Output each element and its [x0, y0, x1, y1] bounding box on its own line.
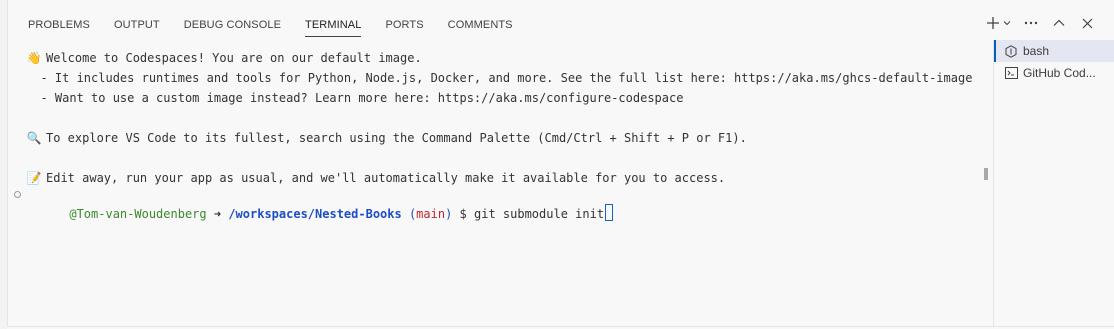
close-icon[interactable] — [1078, 14, 1096, 32]
waving-hand-icon: 👋 — [26, 51, 42, 65]
prompt-branch-open: ( — [401, 207, 417, 221]
ellipsis-icon[interactable] — [1022, 14, 1040, 32]
terminal-tabs-list: bash GitHub Cod... — [993, 40, 1114, 327]
edit-text: Edit away, run your app as usual, and we… — [46, 171, 726, 185]
new-terminal-button[interactable] — [984, 14, 1012, 32]
terminal-tab-github[interactable]: GitHub Cod... — [994, 62, 1114, 84]
explore-text: To explore VS Code to its fullest, searc… — [46, 131, 747, 145]
prompt-arrow: ➜ — [206, 207, 229, 221]
terminal-tab-label: bash — [1023, 44, 1050, 58]
tab-ports[interactable]: PORTS — [385, 18, 423, 36]
tab-comments[interactable]: COMMENTS — [448, 18, 513, 36]
terminal-icon — [1004, 66, 1018, 80]
tab-debug-console[interactable]: DEBUG CONSOLE — [184, 18, 281, 36]
chevron-up-icon[interactable] — [1050, 14, 1068, 32]
editor-edge — [0, 0, 7, 329]
chevron-down-icon[interactable] — [1002, 14, 1012, 32]
terminal-output[interactable]: 👋 Welcome to Codespaces! You are on our d… — [14, 48, 986, 221]
prompt-line[interactable]: @Tom-van-Woudenberg ➜ /workspaces/Nested… — [14, 184, 986, 221]
prompt-user: @Tom-van-Woudenberg — [69, 207, 207, 221]
split-sash[interactable] — [984, 168, 988, 180]
tab-terminal[interactable]: TERMINAL — [305, 18, 362, 37]
plus-icon[interactable] — [984, 14, 1002, 32]
prompt-branch: main — [416, 207, 446, 221]
panel-tabs: PROBLEMS OUTPUT DEBUG CONSOLE TERMINAL P… — [28, 18, 537, 38]
welcome-line: 👋 Welcome to Codespaces! You are on our d… — [26, 48, 986, 68]
command-input[interactable]: git submodule init — [474, 207, 604, 221]
command-decoration-icon[interactable] — [14, 191, 21, 198]
terminal-tab-label: GitHub Cod... — [1023, 66, 1096, 80]
text-cursor — [605, 204, 614, 221]
magnifier-icon: 🔍 — [26, 131, 42, 145]
prompt-symbol: $ — [452, 207, 474, 221]
terminal-tab-bash[interactable]: bash — [994, 40, 1114, 62]
terminal-bash-icon — [1004, 44, 1018, 58]
explore-line: 🔍 To explore VS Code to its fullest, sear… — [26, 128, 986, 148]
bottom-panel: PROBLEMS OUTPUT DEBUG CONSOLE TERMINAL P… — [7, 0, 1114, 327]
tab-problems[interactable]: PROBLEMS — [28, 18, 90, 36]
prompt-path: /workspaces/Nested-Books — [228, 207, 402, 221]
welcome-text: Welcome to Codespaces! You are on our de… — [46, 51, 422, 65]
info-line: - Want to use a custom image instead? Le… — [26, 91, 684, 105]
info-line: - It includes runtimes and tools for Pyt… — [26, 71, 973, 85]
panel-actions — [984, 14, 1096, 32]
tab-output[interactable]: OUTPUT — [114, 18, 160, 36]
